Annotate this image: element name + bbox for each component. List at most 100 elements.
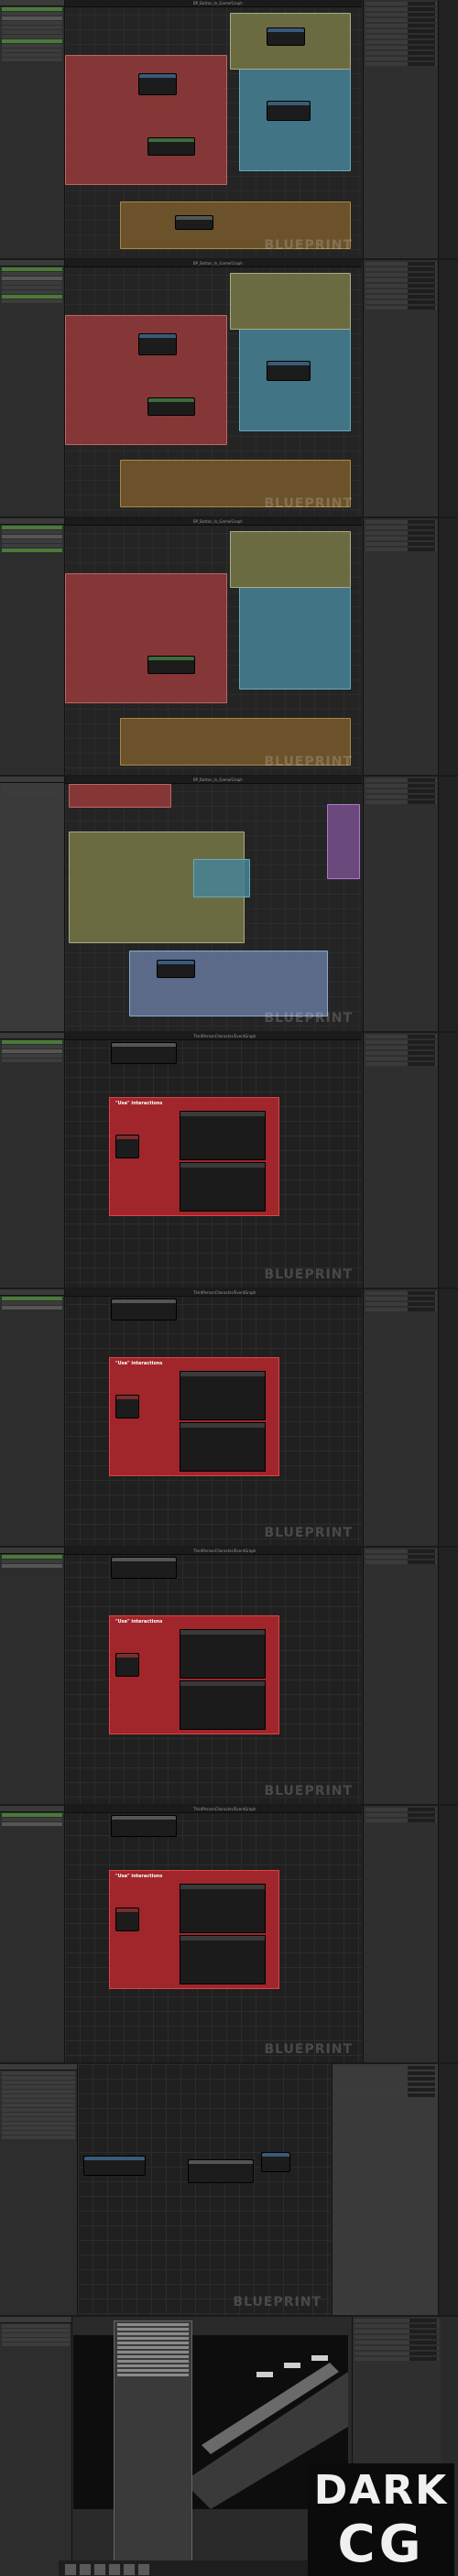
use-interactions-comment[interactable]: "Use" interactions	[109, 1357, 279, 1476]
graph-tab-bar[interactable]: ThirdPersonCharacter/EventGraph	[65, 1548, 362, 1555]
event-graph[interactable]: BLUEPRINT	[78, 2064, 331, 2315]
blueprint-watermark: BLUEPRINT	[264, 1526, 353, 1540]
event-node[interactable]	[115, 1135, 139, 1158]
blueprint-watermark: BLUEPRINT	[264, 1784, 353, 1799]
blueprint-editor-panel-9: BLUEPRINT	[0, 2064, 458, 2315]
comment-box[interactable]	[239, 587, 351, 690]
event-graph[interactable]: ThirdPersonCharacter/EventGraph "Use" in…	[65, 1548, 362, 1804]
graph-node[interactable]	[267, 27, 305, 46]
event-graph[interactable]: ThirdPersonCharacter/EventGraph "Use" in…	[65, 1033, 362, 1288]
function-node[interactable]	[180, 1371, 266, 1420]
scrollbar[interactable]	[438, 260, 458, 516]
asset-thumbnail[interactable]	[79, 2563, 92, 2576]
graph-node[interactable]	[111, 1815, 177, 1837]
function-node[interactable]	[180, 1111, 266, 1160]
comment-box[interactable]	[193, 859, 250, 897]
blueprint-watermark: BLUEPRINT	[264, 2042, 353, 2057]
comment-box[interactable]	[327, 804, 360, 879]
asset-thumbnail[interactable]	[123, 2563, 136, 2576]
graph-tab-title[interactable]: ThirdPersonCharacter/EventGraph	[193, 1290, 256, 1295]
blueprint-watermark: BLUEPRINT	[264, 496, 353, 511]
event-graph[interactable]: BP_Button_In_Game/Graph BLUEPRINT	[65, 0, 362, 258]
graph-tab-bar[interactable]: ThirdPersonCharacter/EventGraph	[65, 1289, 362, 1297]
scrollbar[interactable]	[438, 518, 458, 775]
event-node[interactable]	[115, 1653, 139, 1677]
graph-node[interactable]	[111, 1042, 177, 1064]
graph-tab-bar[interactable]: BP_Button_In_Game/Graph	[65, 777, 362, 784]
event-graph[interactable]: BP_Button_In_Game/Graph BLUEPRINT	[65, 518, 362, 775]
graph-tab-title[interactable]: BP_Button_In_Game/Graph	[193, 519, 243, 524]
details-panel	[363, 1033, 439, 1288]
logo-dark-text: DARK	[313, 2467, 449, 2514]
my-blueprint-panel	[0, 777, 65, 1031]
asset-thumbnail[interactable]	[108, 2563, 121, 2576]
scrollbar[interactable]	[438, 1289, 458, 1546]
graph-tab-title[interactable]: ThirdPersonCharacter/EventGraph	[193, 1807, 256, 1811]
graph-node[interactable]	[147, 137, 195, 156]
asset-thumbnail[interactable]	[64, 2563, 77, 2576]
graph-tab-bar[interactable]: BP_Button_In_Game/Graph	[65, 0, 362, 7]
asset-thumbnail[interactable]	[137, 2563, 150, 2576]
graph-node[interactable]	[111, 1299, 177, 1321]
graph-tab-bar[interactable]: BP_Button_In_Game/Graph	[65, 518, 362, 526]
comment-box[interactable]	[65, 573, 227, 703]
graph-node[interactable]	[261, 2152, 290, 2172]
graph-node[interactable]	[138, 73, 177, 95]
function-node[interactable]	[180, 1680, 266, 1730]
graph-tab-title[interactable]: BP_Button_In_Game/Graph	[193, 1, 243, 5]
event-node[interactable]	[115, 1908, 139, 1931]
graph-tab-title[interactable]: ThirdPersonCharacter/EventGraph	[193, 1549, 256, 1553]
graph-node[interactable]	[188, 2159, 254, 2183]
comment-title: "Use" interactions	[115, 1361, 163, 1366]
comment-box[interactable]	[69, 784, 171, 808]
blueprint-watermark: BLUEPRINT	[264, 755, 353, 769]
asset-thumbnail[interactable]	[93, 2563, 106, 2576]
scrollbar[interactable]	[438, 1033, 458, 1288]
graph-node[interactable]	[267, 101, 311, 121]
event-graph[interactable]: ThirdPersonCharacter/EventGraph "Use" in…	[65, 1806, 362, 2062]
function-node[interactable]	[180, 1629, 266, 1679]
graph-tab-bar[interactable]: ThirdPersonCharacter/EventGraph	[65, 1806, 362, 1813]
graph-tab-title[interactable]: BP_Button_In_Game/Graph	[193, 777, 243, 782]
scrollbar[interactable]	[438, 0, 458, 258]
function-node[interactable]	[180, 1884, 266, 1933]
component-list-panel	[0, 2064, 78, 2315]
use-interactions-comment[interactable]: "Use" interactions	[109, 1097, 279, 1216]
use-interactions-comment[interactable]: "Use" interactions	[109, 1870, 279, 1989]
event-graph[interactable]: BP_Button_In_Game/Graph BLUEPRINT	[65, 777, 362, 1031]
graph-node[interactable]	[83, 2156, 146, 2176]
my-blueprint-panel	[0, 518, 65, 775]
graph-tab-title[interactable]: BP_Button_In_Game/Graph	[193, 261, 243, 266]
scrollbar[interactable]	[438, 2064, 458, 2315]
function-node[interactable]	[180, 1935, 266, 1984]
function-node[interactable]	[180, 1162, 266, 1212]
comment-box[interactable]	[230, 273, 351, 330]
graph-tab-bar[interactable]: ThirdPersonCharacter/EventGraph	[65, 1033, 362, 1040]
graph-node[interactable]	[111, 1557, 177, 1579]
graph-node[interactable]	[157, 960, 195, 978]
use-interactions-comment[interactable]: "Use" interactions	[109, 1615, 279, 1734]
content-browser	[59, 2560, 308, 2576]
function-node[interactable]	[180, 1422, 266, 1472]
graph-tab-title[interactable]: ThirdPersonCharacter/EventGraph	[193, 1034, 256, 1038]
event-graph[interactable]: BP_Button_In_Game/Graph BLUEPRINT	[65, 260, 362, 516]
scrollbar[interactable]	[438, 777, 458, 1031]
blueprint-editor-panel-6: ThirdPersonCharacter/EventGraph "Use" in…	[0, 1289, 458, 1546]
graph-node[interactable]	[267, 361, 311, 381]
comment-box[interactable]	[230, 531, 351, 588]
comment-title: "Use" interactions	[115, 1874, 163, 1879]
graph-tab-bar[interactable]: BP_Button_In_Game/Graph	[65, 260, 362, 267]
graph-node[interactable]	[175, 215, 213, 230]
graph-node[interactable]	[147, 656, 195, 674]
scrollbar[interactable]	[438, 1806, 458, 2062]
details-panel	[363, 1289, 439, 1546]
event-node[interactable]	[115, 1395, 139, 1418]
blueprint-watermark: BLUEPRINT	[264, 1267, 353, 1282]
graph-node[interactable]	[147, 397, 195, 416]
scrollbar[interactable]	[438, 1548, 458, 1804]
my-blueprint-panel	[0, 0, 65, 258]
event-graph[interactable]: ThirdPersonCharacter/EventGraph "Use" in…	[65, 1289, 362, 1546]
comment-title: "Use" interactions	[115, 1101, 163, 1106]
details-panel	[363, 518, 439, 775]
graph-node[interactable]	[138, 333, 177, 355]
